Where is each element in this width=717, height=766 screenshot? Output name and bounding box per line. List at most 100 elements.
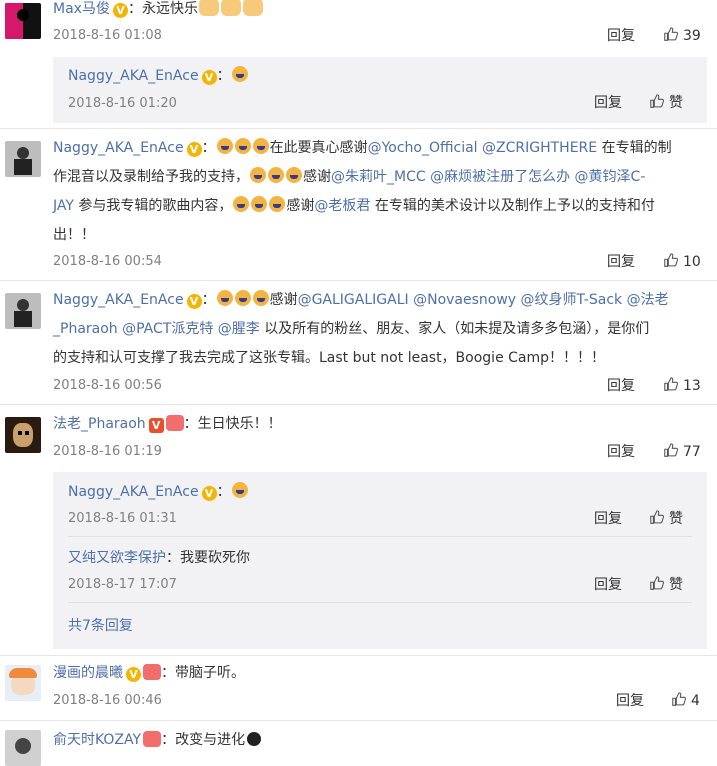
mention-link[interactable]: @老板君 xyxy=(314,198,370,214)
commenter-name[interactable]: 漫画的晨曦 xyxy=(53,665,123,681)
reply-name[interactable]: Naggy_AKA_EnAce xyxy=(68,484,199,500)
like-button[interactable]: 4 xyxy=(671,692,700,710)
commenter-name[interactable]: 俞天时KOZAY xyxy=(53,732,141,748)
divider xyxy=(0,720,717,721)
emoji-icon xyxy=(216,290,233,306)
reply-name[interactable]: Naggy_AKA_EnAce xyxy=(68,68,199,84)
like-button[interactable]: 10 xyxy=(663,253,701,271)
emoji-icon xyxy=(269,196,286,212)
mention-link[interactable]: @Yocho_Official xyxy=(368,140,478,156)
emoji-icon xyxy=(286,167,302,183)
reply-button[interactable]: 回复 xyxy=(594,94,622,112)
like-label: 赞 xyxy=(669,95,683,111)
emoji-icon xyxy=(234,290,251,306)
verified-badge-icon: V xyxy=(201,486,217,501)
like-button[interactable]: 77 xyxy=(663,443,701,461)
mention-link[interactable]: @朱莉叶_MCC xyxy=(331,169,426,185)
comment-time: 2018-8-16 00:54 xyxy=(53,254,162,269)
thumb-up-icon xyxy=(650,510,665,524)
comment-text: ：带脑子听。 xyxy=(161,665,245,681)
comment-text: ：生日快乐！！ xyxy=(183,416,282,432)
commenter-name[interactable]: Max马俊 xyxy=(53,1,110,17)
avatar[interactable] xyxy=(5,141,41,177)
mention-link[interactable]: @腥李 xyxy=(218,321,260,337)
more-replies-link[interactable]: 共7条回复 xyxy=(68,616,133,636)
member-badge-icon xyxy=(143,664,161,680)
mention-link[interactable]: @ZCRIGHTHERE xyxy=(482,140,597,156)
comment-time: 2018-8-16 01:08 xyxy=(53,28,162,43)
colon: ： xyxy=(201,292,216,308)
mention-link[interactable]: @黄钧泽C- xyxy=(575,169,646,185)
reply-button[interactable]: 回复 xyxy=(616,692,644,710)
emoji-icon xyxy=(233,196,250,212)
reply-button[interactable]: 回复 xyxy=(607,443,635,461)
fist-emoji-icon xyxy=(220,0,241,16)
mention-link[interactable]: @法老 xyxy=(627,292,669,308)
thumb-up-icon xyxy=(672,692,687,706)
commenter-name[interactable]: 法老_Pharaoh xyxy=(53,416,146,432)
like-button[interactable]: 赞 xyxy=(649,576,683,594)
comment-time: 2018-8-16 00:46 xyxy=(53,693,162,708)
mention-link[interactable]: @Novaesnowy xyxy=(413,292,516,308)
like-button[interactable]: 赞 xyxy=(649,94,683,112)
colon: ： xyxy=(216,68,231,84)
mention-link[interactable]: @GALIGALIGALI xyxy=(298,292,409,308)
avatar[interactable] xyxy=(5,730,41,766)
thumb-up-icon xyxy=(650,576,665,590)
like-count: 13 xyxy=(683,378,701,394)
emoji-icon xyxy=(252,290,269,306)
comment-text: 出！！ xyxy=(53,227,95,243)
like-button[interactable]: 赞 xyxy=(649,510,683,528)
thumb-up-icon xyxy=(664,377,679,391)
comment-time: 2018-8-16 01:19 xyxy=(53,444,162,459)
emoji-icon xyxy=(231,66,248,82)
fist-emoji-icon xyxy=(242,0,263,16)
reply-list: Naggy_AKA_EnAce V： 2018-8-16 01:20 回复 赞 xyxy=(53,57,707,123)
divider xyxy=(68,536,692,537)
reply-button[interactable]: 回复 xyxy=(607,253,635,271)
thumb-up-icon xyxy=(650,94,665,108)
comment-text: 的支持和认可支撑了我去完成了这张专辑。Last but not least，Bo… xyxy=(53,350,606,366)
verified-badge-icon: V xyxy=(112,3,128,18)
avatar[interactable] xyxy=(5,417,41,453)
reply-button[interactable]: 回复 xyxy=(607,27,635,45)
comment-text: ：永远快乐 xyxy=(127,1,198,17)
divider xyxy=(0,280,717,281)
comment-time: 2018-8-16 00:56 xyxy=(53,378,162,393)
comment-text: 感谢 xyxy=(286,198,315,214)
reply-text: ：我要砍死你 xyxy=(166,550,250,566)
reply-list: Naggy_AKA_EnAce V： 2018-8-16 01:31 回复 赞 又… xyxy=(53,472,707,649)
like-label: 赞 xyxy=(669,577,683,593)
colon: ： xyxy=(201,140,216,156)
reply-name[interactable]: 又纯又欲李保护 xyxy=(68,550,166,566)
mention-link[interactable]: @PACT派克特 xyxy=(122,321,213,337)
avatar[interactable] xyxy=(5,665,41,701)
reply-button[interactable]: 回复 xyxy=(594,576,622,594)
member-badge-icon xyxy=(143,731,162,747)
emoji-icon xyxy=(250,167,266,183)
avatar[interactable] xyxy=(5,3,41,39)
mention-link[interactable]: JAY xyxy=(53,198,74,214)
emoji-icon xyxy=(252,138,269,154)
thumb-up-icon xyxy=(664,253,679,267)
mention-link[interactable]: @麻烦被注册了怎么办 xyxy=(430,169,570,185)
mention-link[interactable]: _Pharaoh xyxy=(53,321,118,337)
colon: ： xyxy=(216,484,231,500)
verified-badge-icon: V xyxy=(186,294,202,309)
emoji-icon xyxy=(234,138,251,154)
reply-button[interactable]: 回复 xyxy=(607,377,635,395)
comment-text: 参与我专辑的歌曲内容， xyxy=(78,198,233,214)
mention-link[interactable]: @纹身师T-Sack xyxy=(521,292,623,308)
commenter-name[interactable]: Naggy_AKA_EnAce xyxy=(53,140,184,156)
like-button[interactable]: 13 xyxy=(663,377,701,395)
thumb-up-icon xyxy=(664,27,679,41)
reply-button[interactable]: 回复 xyxy=(594,510,622,528)
commenter-name[interactable]: Naggy_AKA_EnAce xyxy=(53,292,184,308)
like-button[interactable]: 39 xyxy=(663,27,701,45)
comment-text: 在专辑的美术设计以及制作上予以的支持和付 xyxy=(374,198,655,214)
comment-text: 感谢 xyxy=(269,292,298,308)
comment-text: 感谢 xyxy=(303,169,331,185)
avatar[interactable] xyxy=(5,293,41,329)
like-label: 赞 xyxy=(669,511,683,527)
emoji-icon xyxy=(251,196,268,212)
